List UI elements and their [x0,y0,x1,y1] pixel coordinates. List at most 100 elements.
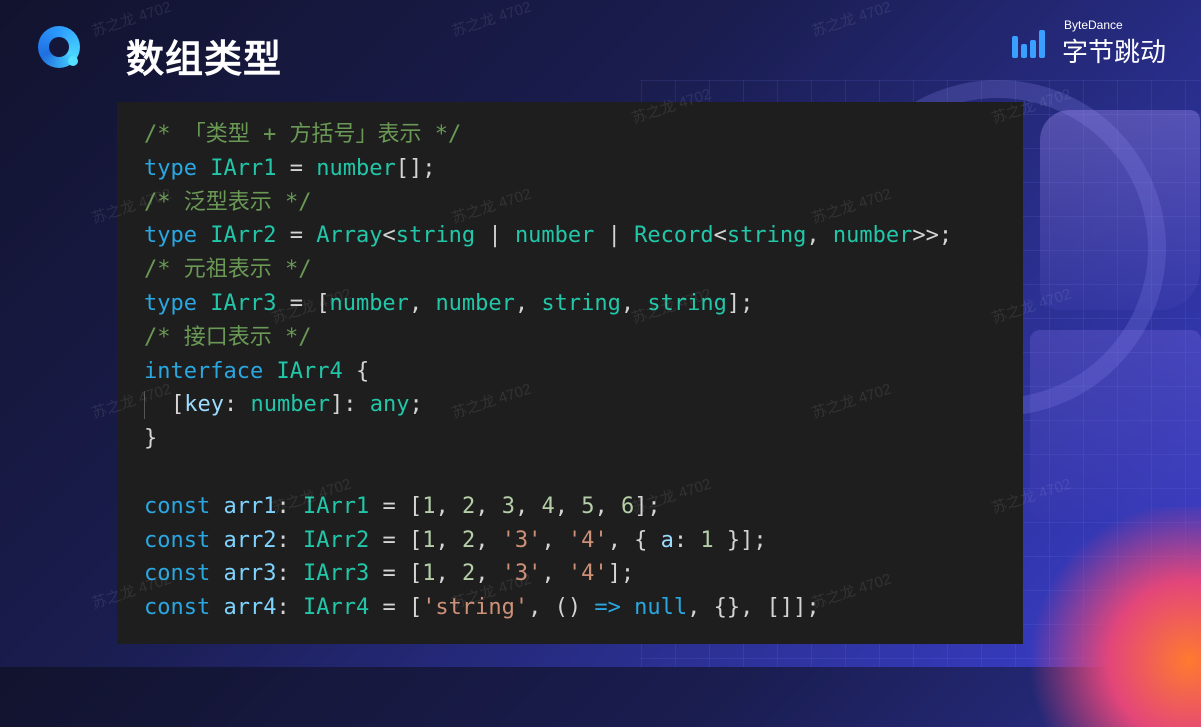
code-token: number [250,392,330,418]
code-token: const [144,595,211,621]
code-line: const arr4: IArr4 = ['string', () => nul… [144,591,952,625]
code-token: /* 接口表示 */ [144,324,312,350]
code-token: , () [528,595,595,621]
code-token: = [ [369,493,423,519]
code-line: /* 「类型 + 方括号」表示 */ [144,118,952,152]
code-token: 5 [581,493,595,519]
code-token: 4 [541,493,555,519]
code-line: type IArr1 = number[]; [144,152,952,186]
code-token: number [435,290,515,316]
code-token: , [541,527,568,553]
code-block: /* 「类型 + 方括号」表示 */type IArr1 = number[];… [117,102,1023,644]
code-token: } [144,426,158,452]
code-token: IArr2 [210,223,277,249]
code-token: string [647,290,727,316]
code-token: Record [634,223,714,249]
code-line: type IArr2 = Array<string | number | Rec… [144,219,952,253]
watermark-text: 苏之龙 4702 [809,0,894,41]
code-token: , [475,493,502,519]
code-token: type [144,290,197,316]
code-token: [ [171,392,185,418]
code-token: any [369,392,410,418]
code-token: type [144,155,197,181]
code-token: : [276,493,303,519]
code-line: /* 接口表示 */ [144,321,952,355]
code-token: >>; [912,223,953,249]
bytedance-logo-icon [1012,28,1052,58]
code-token: string [726,223,807,249]
code-token: 2 [461,493,476,519]
code-token: => [594,595,621,621]
code-token: string [541,290,621,316]
code-token: 'string' [422,595,529,621]
code-token: 6 [620,493,635,519]
code-line: const arr2: IArr2 = [1, 2, '3', '4', { a… [144,524,952,558]
code-token: number [832,223,913,249]
code-token: '3' [501,561,542,587]
code-token: arr2 [223,527,277,553]
code-token: < [382,223,396,249]
code-token: , [435,493,462,519]
code-token: 1 [422,493,436,519]
code-token: '3' [501,527,542,553]
code-token: }]; [713,527,767,553]
code-token: 1 [422,527,436,553]
slide-title: 数组类型 [126,39,283,81]
code-token: IArr3 [210,290,277,316]
code-line: } [144,422,952,456]
code-token: number [329,290,409,316]
code-token: , [514,290,542,316]
code-token: = [ [369,527,423,553]
watermark-text: 苏之龙 4702 [449,0,534,41]
code-token: < [713,223,727,249]
code-line: const arr3: IArr3 = [1, 2, '3', '4']; [144,557,952,591]
code-token: 1 [422,561,436,587]
code-line: [key: number]: any; [144,388,952,422]
code-line: /* 元祖表示 */ [144,253,952,287]
code-token: 3 [501,493,515,519]
code-token: /* 「类型 + 方括号」表示 */ [144,122,462,147]
code-token: : [276,561,303,587]
code-token: const [144,561,211,587]
code-token: , [541,561,568,587]
code-token: : [276,595,303,621]
code-token: Array [316,223,383,249]
code-token: number [316,155,396,181]
code-token: /* 元祖表示 */ [144,257,312,283]
code-token: arr4 [223,595,277,621]
indent-guide [144,391,145,420]
code-token: 1 [700,527,714,553]
code-token: : [276,527,303,553]
code-token: , [620,290,648,316]
code-token: 2 [461,527,476,553]
code-token: = [276,223,317,249]
code-token: ]; [634,493,661,519]
logo-dot [68,56,78,66]
code-token: ]: [329,392,370,418]
code-token: | [594,223,635,249]
code-token: string [395,223,476,249]
code-token: IArr3 [302,561,370,587]
code-token: ]; [726,290,754,316]
code-token: arr3 [223,561,277,587]
code-token: 2 [461,561,476,587]
code-token: '4' [567,527,608,553]
code-token: IArr1 [210,155,277,181]
code-token: , [554,493,582,519]
code-token: , [475,561,502,587]
code-token: /* 泛型表示 */ [144,189,312,215]
code-token: ]; [607,561,635,587]
code-token: const [144,493,211,519]
code-token: , [435,527,462,553]
code-token: IArr4 [302,595,370,621]
code-token: null [634,595,688,621]
